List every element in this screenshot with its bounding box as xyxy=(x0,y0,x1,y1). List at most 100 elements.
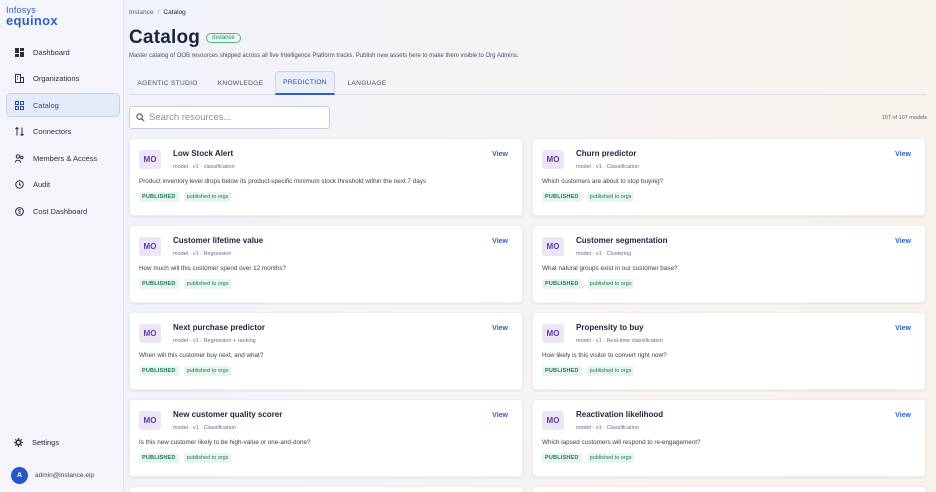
search-box xyxy=(129,106,330,129)
sidebar-item-connectors[interactable]: Connectors xyxy=(6,120,120,144)
card-title: Next purchase predictor xyxy=(173,323,266,332)
published-to-orgs-badge: published to orgs xyxy=(183,192,232,202)
published-badge: PUBLISHED xyxy=(139,453,179,463)
view-link[interactable]: View xyxy=(895,151,911,158)
resource-card[interactable]: MO Churn predictor model · v1 · Classifi… xyxy=(532,138,926,216)
gear-icon xyxy=(13,437,23,447)
view-link[interactable]: View xyxy=(492,151,508,158)
sidebar-item-audit[interactable]: Audit xyxy=(6,173,120,197)
published-to-orgs-badge: published to orgs xyxy=(586,192,635,202)
card-meta: model · v1 · classification xyxy=(173,164,235,170)
resource-card[interactable]: MO Reactivation likelihood model · v1 · … xyxy=(532,399,926,477)
breadcrumb-separator: / xyxy=(157,9,160,16)
card-description: Is this new customer likely to be high-v… xyxy=(139,439,311,446)
search-input[interactable] xyxy=(149,112,329,123)
published-to-orgs-badge: published to orgs xyxy=(183,366,232,376)
sidebar-item-organizations[interactable]: Organizations xyxy=(6,67,120,91)
resource-card[interactable]: MO Customer segmentation model · v1 · Cl… xyxy=(532,225,926,303)
resource-card[interactable]: MO Next purchase predictor model · v1 · … xyxy=(129,312,523,390)
card-meta: model · v1 · Classification xyxy=(576,164,639,170)
settings-label: Settings xyxy=(32,437,60,447)
card-meta: model · v1 · Classification xyxy=(576,425,639,431)
sidebar-nav: Dashboard Organizations Catalog Connecto… xyxy=(6,40,120,226)
users-icon xyxy=(14,153,24,163)
sidebar-item-label: Catalog xyxy=(33,100,59,110)
card-title: New customer quality scorer xyxy=(173,410,283,419)
card-tags: PUBLISHED published to orgs xyxy=(542,366,639,376)
history-icon xyxy=(14,180,24,190)
tab-knowledge[interactable]: KNOWLEDGE xyxy=(206,71,275,95)
card-tags: PUBLISHED published to orgs xyxy=(139,366,236,376)
avatar: A xyxy=(11,467,28,484)
card-tags: PUBLISHED published to orgs xyxy=(542,192,639,202)
published-to-orgs-badge: published to orgs xyxy=(586,453,635,463)
published-to-orgs-badge: published to orgs xyxy=(586,279,635,289)
sidebar-item-label: Connectors xyxy=(33,127,72,137)
resource-card[interactable]: MO New customer quality scorer model · v… xyxy=(129,399,523,477)
view-link[interactable]: View xyxy=(492,325,508,332)
published-to-orgs-badge: published to orgs xyxy=(183,453,232,463)
brand-logo[interactable]: Infosys equinox xyxy=(6,6,58,28)
published-badge: PUBLISHED xyxy=(139,366,179,376)
building-icon xyxy=(14,74,24,84)
resource-card-partial[interactable] xyxy=(532,486,926,492)
sidebar-item-settings[interactable]: Settings xyxy=(13,437,59,447)
model-type-icon: MO xyxy=(139,150,161,169)
card-meta: model · v1 · Real-time classification xyxy=(576,338,663,344)
sidebar-item-dashboard[interactable]: Dashboard xyxy=(6,40,120,64)
published-badge: PUBLISHED xyxy=(542,192,582,202)
tab-language[interactable]: LANGUAGE xyxy=(335,71,399,95)
search-icon xyxy=(136,113,145,122)
resource-card[interactable]: MO Propensity to buy model · v1 · Real-t… xyxy=(532,312,926,390)
user-email: admin@instance.eip xyxy=(35,472,94,479)
grid-icon xyxy=(14,100,24,110)
sidebar-item-label: Cost Dashboard xyxy=(33,207,88,217)
sidebar-item-members-access[interactable]: Members & Access xyxy=(6,146,120,170)
title-row: Catalog Instance xyxy=(129,27,241,49)
breadcrumb: Instance / Catalog xyxy=(129,9,186,16)
tab-prediction[interactable]: PREDICTION xyxy=(275,71,335,95)
result-count: 107 of 107 models xyxy=(881,115,927,121)
card-description: When will this customer buy next, and wh… xyxy=(139,352,264,359)
sidebar-item-cost-dashboard[interactable]: $ Cost Dashboard xyxy=(6,200,120,224)
published-to-orgs-badge: published to orgs xyxy=(586,366,635,376)
resource-card[interactable]: MO Low Stock Alert model · v1 · classifi… xyxy=(129,138,523,216)
main-content: Instance / Catalog Catalog Instance Master… xyxy=(129,0,927,492)
sidebar-item-label: Dashboard xyxy=(33,47,70,57)
card-tags: PUBLISHED published to orgs xyxy=(542,453,639,463)
card-meta: model · v1 · Clustering xyxy=(576,251,632,257)
resource-card[interactable]: MO Customer lifetime value model · v1 · … xyxy=(129,225,523,303)
dollar-icon: $ xyxy=(14,207,24,217)
tab-agentic-studio[interactable]: AGENTIC STUDIO xyxy=(129,71,206,95)
model-type-icon: MO xyxy=(542,237,564,256)
sidebar: Infosys equinox Dashboard Organizations … xyxy=(0,0,124,492)
card-description: How much will this customer spend over 1… xyxy=(139,265,286,272)
brand-line2: equinox xyxy=(6,13,58,28)
breadcrumb-current: Catalog xyxy=(163,9,186,16)
card-meta: model · v1 · Regression + ranking xyxy=(173,338,256,344)
view-link[interactable]: View xyxy=(895,325,911,332)
model-type-icon: MO xyxy=(542,324,564,343)
view-link[interactable]: View xyxy=(492,238,508,245)
instance-badge: Instance xyxy=(206,33,241,43)
published-badge: PUBLISHED xyxy=(139,192,179,202)
sidebar-item-label: Members & Access xyxy=(33,153,98,163)
resource-card-partial[interactable] xyxy=(129,486,523,492)
breadcrumb-root[interactable]: Instance xyxy=(129,9,154,16)
sidebar-item-label: Audit xyxy=(33,180,51,190)
published-badge: PUBLISHED xyxy=(542,279,582,289)
view-link[interactable]: View xyxy=(895,412,911,419)
card-meta: model · v1 · Regression xyxy=(173,251,232,257)
card-title: Low Stock Alert xyxy=(173,149,234,158)
user-menu[interactable]: A admin@instance.eip xyxy=(11,467,94,484)
view-link[interactable]: View xyxy=(492,412,508,419)
card-tags: PUBLISHED published to orgs xyxy=(139,279,236,289)
card-description: How likely is this visitor to convert ri… xyxy=(542,352,667,359)
card-tags: PUBLISHED published to orgs xyxy=(139,453,236,463)
card-description: Which lapsed customers will respond to r… xyxy=(542,439,701,446)
page-subtitle: Master catalog of OOB resources shipped … xyxy=(129,53,519,59)
published-badge: PUBLISHED xyxy=(139,279,179,289)
view-link[interactable]: View xyxy=(895,238,911,245)
sidebar-item-catalog[interactable]: Catalog xyxy=(6,93,120,118)
model-type-icon: MO xyxy=(139,411,161,430)
